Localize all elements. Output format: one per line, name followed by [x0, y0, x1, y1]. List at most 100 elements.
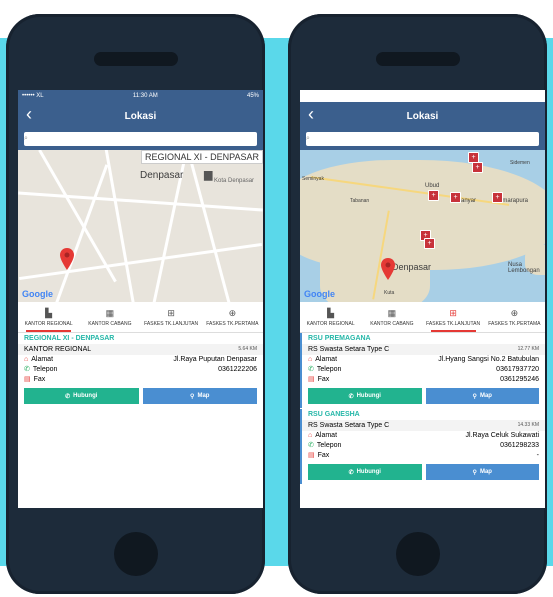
- phone-value[interactable]: 0361298233: [500, 442, 539, 449]
- phone-value[interactable]: 0361222206: [218, 366, 257, 373]
- page-title: Lokasi: [124, 110, 157, 122]
- hospital-marker-icon[interactable]: +: [492, 192, 503, 203]
- map-pin-icon[interactable]: [381, 258, 395, 280]
- hubungi-label: Hubungi: [73, 393, 98, 399]
- tab-label: FASKES TK.LANJUTAN: [144, 320, 199, 327]
- map-label-seminyak: Seminyak: [302, 176, 324, 182]
- tab-kantor-cabang[interactable]: ▦ KANTOR CABANG: [79, 302, 140, 332]
- tab-label: KANTOR REGIONAL: [306, 320, 355, 327]
- map-button[interactable]: ⚲ Map: [425, 388, 539, 404]
- call-icon: ✆: [348, 393, 354, 400]
- fax-icon: ▤: [308, 376, 315, 383]
- section-heading: RSU GANESHA: [308, 411, 360, 418]
- phone-right: ‹ Lokasi ⌕ Seminyak Tabanan Gianyar Sema…: [288, 14, 547, 594]
- fax-label: Fax: [317, 375, 330, 383]
- phone-value[interactable]: 03617937720: [496, 366, 539, 373]
- nav-bar: ‹ Lokasi: [300, 102, 545, 130]
- hospital-marker-icon[interactable]: +: [450, 192, 461, 203]
- tab-kantor-regional[interactable]: ▙ KANTOR REGIONAL: [300, 302, 361, 332]
- hubungi-button[interactable]: ✆ Hubungi: [308, 388, 422, 404]
- clinic-icon: ⊕: [510, 307, 519, 318]
- tab-kantor-regional[interactable]: ▙ KANTOR REGIONAL: [18, 302, 79, 332]
- tab-faskes-lanjutan[interactable]: ⊞ FASKES TK.LANJUTAN: [141, 302, 202, 332]
- address-value: Jl.Hyang Sangsi No.2 Batubulan: [438, 356, 539, 363]
- back-arrow-icon[interactable]: ‹: [26, 104, 32, 125]
- building-icon: ▙: [45, 307, 53, 318]
- carrier: •••••• XL: [22, 93, 44, 99]
- home-icon: ⌂: [308, 356, 313, 363]
- item-header: RS Swasta Setara Type C 12.77 KM: [302, 344, 545, 355]
- hospital-marker-icon[interactable]: +: [424, 238, 435, 249]
- home-button[interactable]: [395, 532, 440, 576]
- tab-label: KANTOR REGIONAL: [24, 320, 73, 327]
- fax-row: ▤ Fax: [18, 374, 263, 384]
- hospital-marker-icon[interactable]: +: [472, 162, 483, 173]
- map-label-sidemen: Sidemen: [510, 160, 530, 166]
- address-value: Jl.Raya Celuk Sukawati: [465, 432, 539, 439]
- back-arrow-icon[interactable]: ‹: [308, 104, 314, 125]
- map-label: Map: [479, 393, 492, 399]
- home-button[interactable]: [113, 532, 158, 576]
- tab-kantor-cabang[interactable]: ▦ KANTOR CABANG: [361, 302, 422, 332]
- distance: 14.33 KM: [517, 422, 539, 428]
- address-row: ⌂ Alamat Jl.Raya Puputan Denpasar: [18, 355, 263, 364]
- address-row: ⌂ Alamat Jl.Hyang Sangsi No.2 Batubulan: [302, 355, 545, 364]
- screen-left: •••••• XL 11:30 AM 45% ‹ Lokasi ⌕ REGION…: [18, 90, 263, 508]
- hubungi-button[interactable]: ✆ Hubungi: [308, 464, 422, 480]
- speaker: [375, 52, 460, 66]
- facility-card: RSU PREMAGANA RS Swasta Setara Type C 12…: [300, 333, 545, 408]
- map-view[interactable]: Seminyak Tabanan Gianyar Semarapura Ubud…: [300, 150, 545, 302]
- phone-row: ✆ Telepon 03617937720: [302, 364, 545, 374]
- map-label-tabanan: Tabanan: [350, 198, 370, 204]
- map-view[interactable]: REGIONAL XI - DENPASAR Denpasar Kota Den…: [18, 150, 263, 302]
- office-icon: ▦: [105, 307, 115, 318]
- tab-label: KANTOR CABANG: [88, 320, 132, 327]
- search-bar: ⌕: [18, 130, 263, 150]
- action-buttons: ✆ Hubungi ⚲ Map: [18, 384, 263, 408]
- map-button[interactable]: ⚲ Map: [142, 388, 257, 404]
- home-icon: ⌂: [24, 356, 29, 363]
- map-label-kuta: Kuta: [384, 290, 395, 296]
- address-value: Jl.Raya Puputan Denpasar: [173, 356, 257, 363]
- search-input[interactable]: [309, 132, 539, 146]
- map-poi-label: Kota Denpasar: [214, 178, 255, 184]
- phone-icon: ✆: [308, 442, 314, 449]
- item-type: RS Swasta Setara Type C: [308, 346, 390, 353]
- tab-faskes-pertama[interactable]: ⊕ FASKES TK.PERTAMA: [202, 302, 263, 332]
- section-heading: RSU PREMAGANA: [308, 335, 371, 342]
- facility-card: RSU GANESHA RS Swasta Setara Type C 14.3…: [300, 409, 545, 484]
- google-logo: Google: [304, 289, 335, 299]
- hubungi-button[interactable]: ✆ Hubungi: [24, 388, 139, 404]
- tab-label: FASKES TK.PERTAMA: [488, 320, 541, 327]
- building-icon: ▙: [327, 307, 335, 318]
- map-label-nusa-lembongan: Nusa Lembongan: [508, 262, 540, 274]
- tab-bar: ▙ KANTOR REGIONAL ▦ KANTOR CABANG ⊞ FASK…: [18, 302, 263, 333]
- phone-label: Telepon: [316, 441, 342, 449]
- home-icon: ⌂: [308, 432, 313, 439]
- location-icon: ⚲: [190, 393, 195, 400]
- phone-row: ✆ Telepon 0361298233: [302, 440, 545, 450]
- phone-label: Telepon: [316, 365, 342, 373]
- hospital-icon: ⊞: [167, 307, 175, 318]
- address-row: ⌂ Alamat Jl.Raya Celuk Sukawati: [302, 431, 545, 440]
- fax-value: -: [536, 451, 539, 459]
- section-heading: REGIONAL XI - DENPASAR: [24, 335, 115, 342]
- address-label: Alamat: [315, 432, 338, 439]
- hospital-marker-icon[interactable]: +: [428, 190, 439, 201]
- tab-label: FASKES TK.PERTAMA: [206, 320, 259, 327]
- distance: 12.77 KM: [517, 346, 539, 352]
- phone-row: ✆ Telepon 0361222206: [18, 364, 263, 374]
- action-buttons: ✆ Hubungi ⚲ Map: [302, 460, 545, 484]
- tab-faskes-pertama[interactable]: ⊕ FASKES TK.PERTAMA: [484, 302, 545, 332]
- fax-value: 0361295246: [500, 375, 539, 383]
- office-icon: ▦: [387, 307, 397, 318]
- map-label-ubud: Ubud: [425, 183, 440, 189]
- battery: 45%: [246, 93, 259, 99]
- map-pin-icon[interactable]: [60, 248, 74, 270]
- screen-right: ‹ Lokasi ⌕ Seminyak Tabanan Gianyar Sema…: [300, 90, 545, 508]
- map-label: Map: [197, 393, 210, 399]
- tab-faskes-lanjutan[interactable]: ⊞ FASKES TK.LANJUTAN: [423, 302, 484, 332]
- region-banner: REGIONAL XI - DENPASAR: [140, 150, 263, 164]
- map-button[interactable]: ⚲ Map: [425, 464, 539, 480]
- search-input[interactable]: [27, 132, 257, 146]
